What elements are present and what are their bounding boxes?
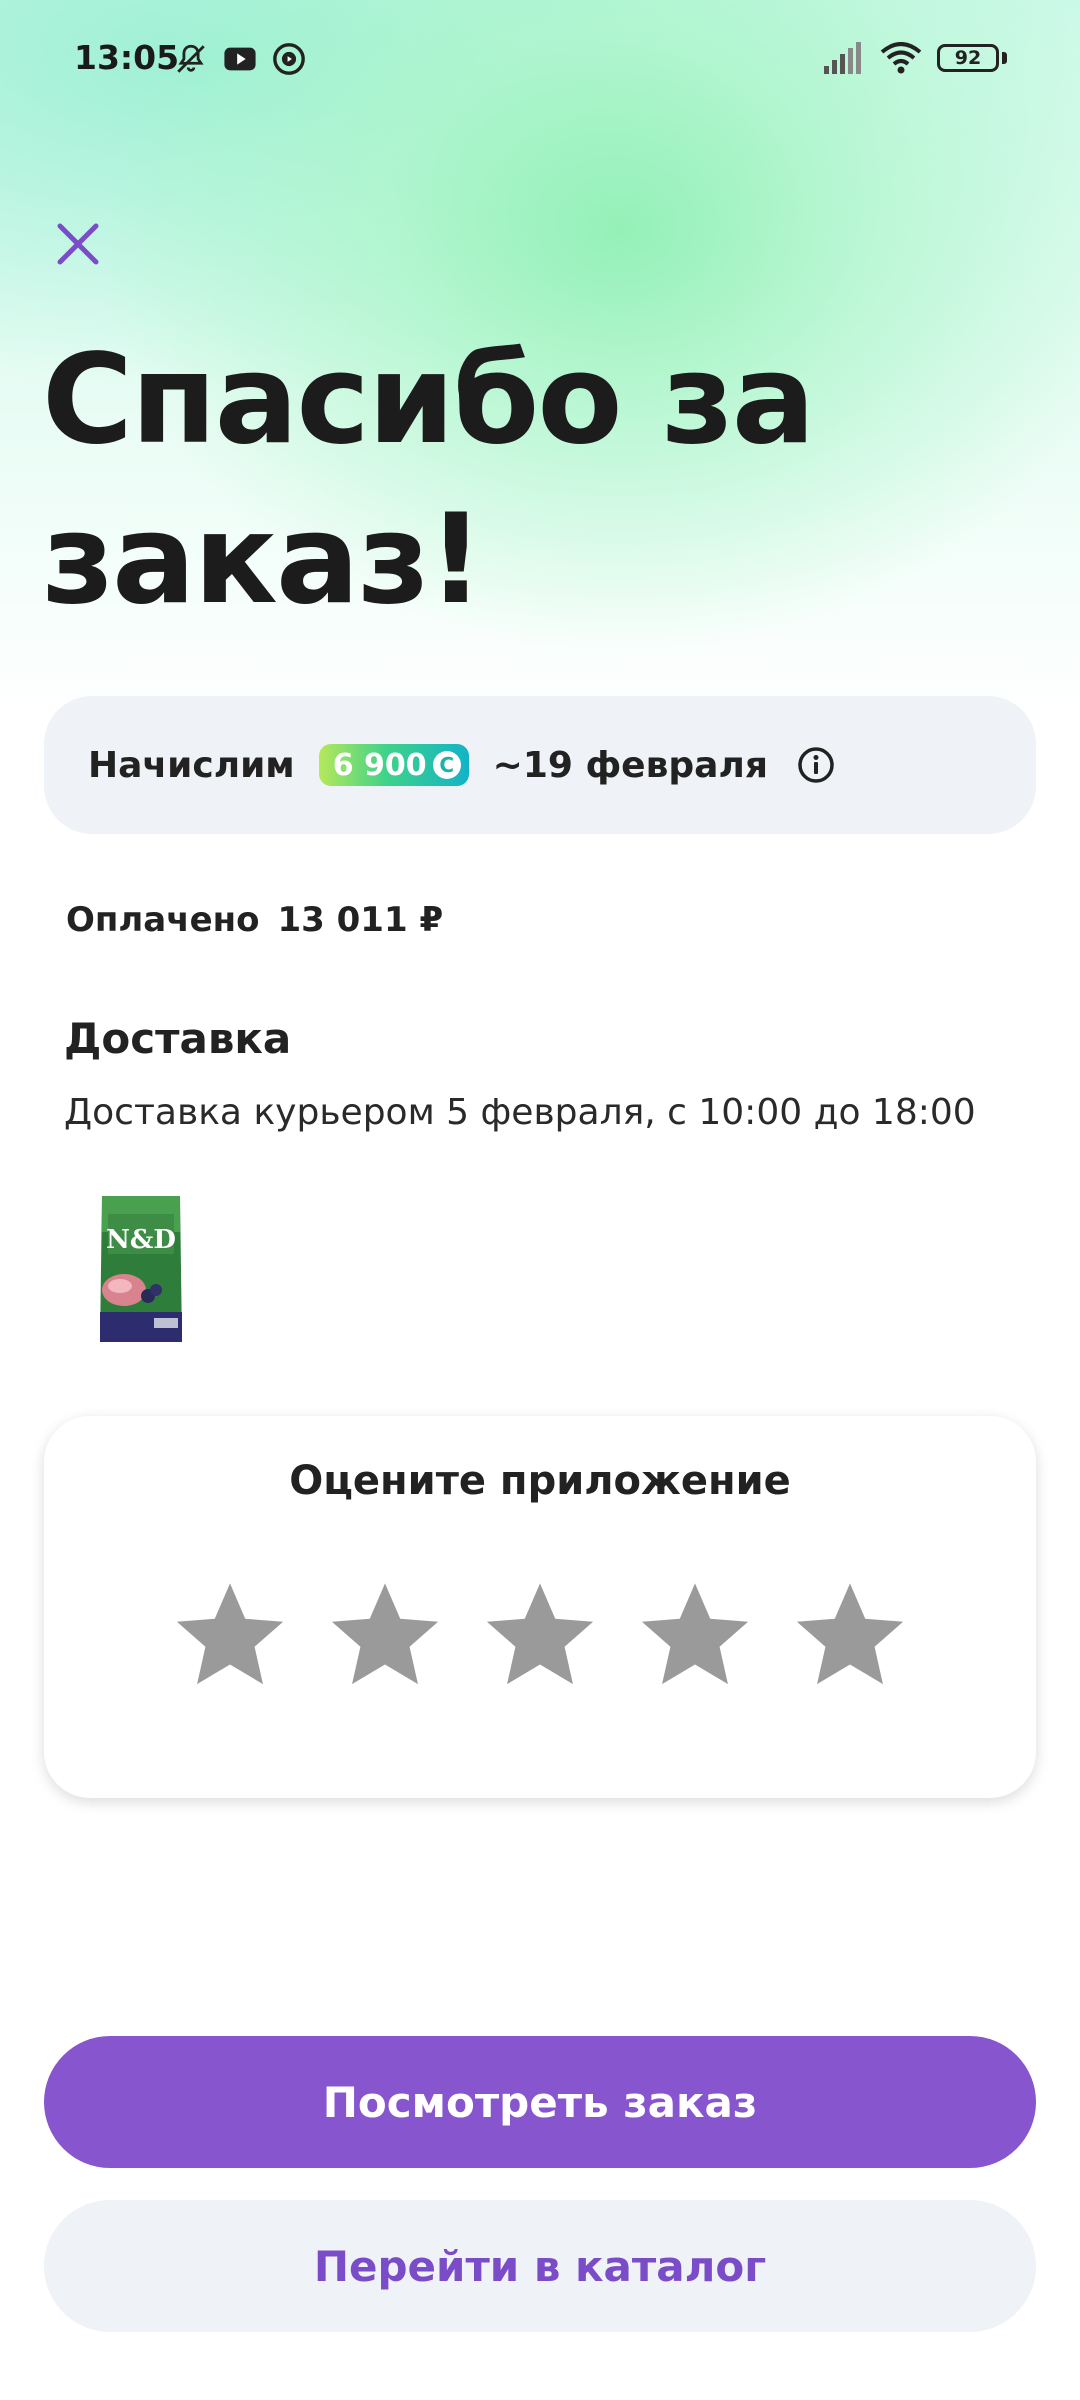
star-icon-3[interactable] [478, 1576, 602, 1694]
bell-off-icon [177, 44, 205, 73]
bonus-badge: 6 900 C [318, 744, 469, 786]
info-icon[interactable] [796, 745, 836, 785]
star-icon-4[interactable] [633, 1576, 757, 1694]
close-icon[interactable] [48, 214, 108, 274]
bonus-amount: 6 900 [332, 747, 427, 783]
go-to-catalog-button[interactable]: Перейти в каталог [44, 2200, 1036, 2332]
status-time: 13:05 [74, 38, 180, 77]
view-order-button[interactable]: Посмотреть заказ [44, 2036, 1036, 2168]
payment-amount: 13 011 ₽ [277, 900, 444, 940]
product-brand-text: N&D [106, 1225, 176, 1255]
payment-row: Оплачено 13 011 ₽ [66, 900, 443, 940]
rating-card: Оцените приложение [44, 1416, 1036, 1798]
rating-title: Оцените приложение [289, 1458, 791, 1504]
battery-icon: 92 [937, 44, 999, 72]
star-rating [168, 1576, 912, 1694]
star-icon-2[interactable] [323, 1576, 447, 1694]
bonus-card: Начислим 6 900 C ~19 февраля [44, 696, 1036, 834]
delivery-details: Доставка курьером 5 февраля, с 10:00 до … [64, 1092, 976, 1133]
delivery-title: Доставка [64, 1014, 292, 1063]
wifi-icon [880, 42, 922, 74]
battery-tip [1002, 52, 1007, 64]
payment-label: Оплачено [66, 900, 260, 940]
media-icon [273, 43, 305, 75]
bonus-label: Начислим [88, 744, 295, 786]
product-thumbnail[interactable]: N&D [96, 1192, 186, 1346]
bonus-date: ~19 февраля [492, 744, 768, 786]
youtube-icon [224, 47, 256, 71]
page-title: Спасибо за заказ! [42, 328, 815, 632]
star-icon-5[interactable] [788, 1576, 912, 1694]
status-bar: 13:05 92 [0, 0, 1080, 120]
star-icon-1[interactable] [168, 1576, 292, 1694]
coin-icon: C [432, 751, 461, 779]
signal-icon [824, 42, 861, 74]
